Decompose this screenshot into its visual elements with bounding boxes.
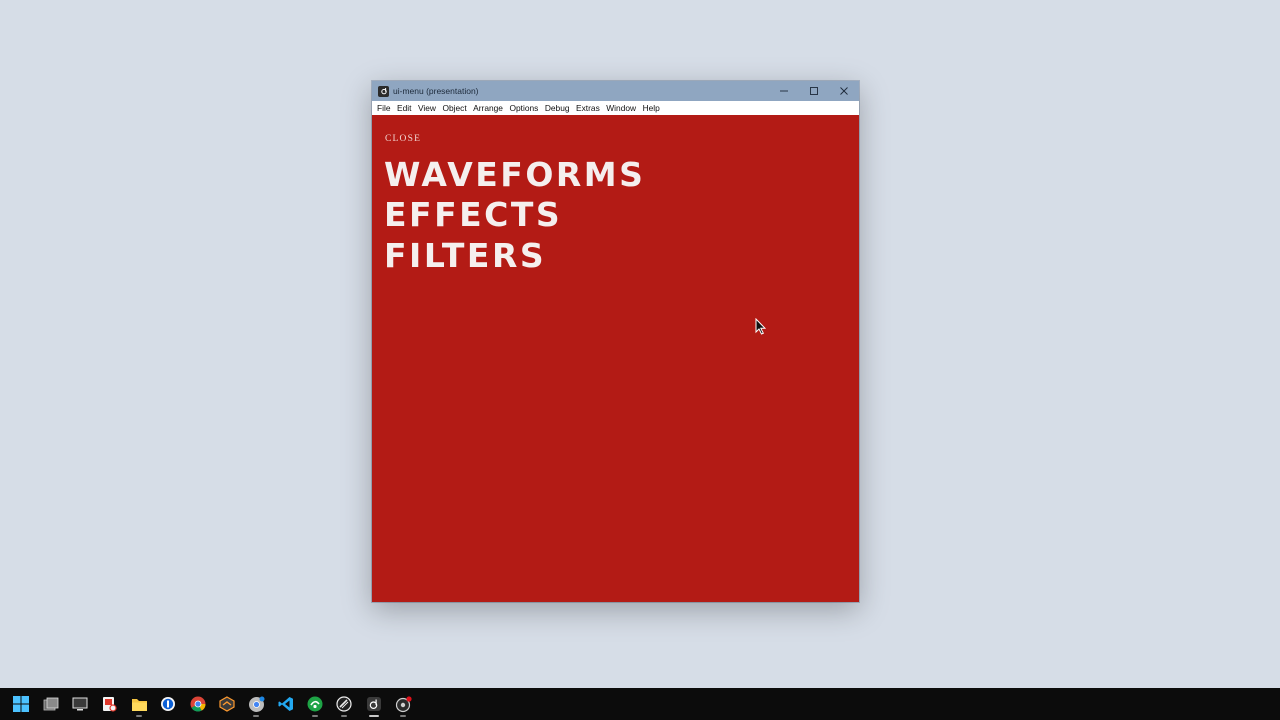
chrome-icon[interactable]	[188, 694, 208, 714]
app-logo-icon	[378, 85, 389, 97]
app-window: ui-menu (presentation) File Edit View Ob…	[372, 81, 859, 602]
menu-extras[interactable]: Extras	[576, 103, 600, 113]
close-icon	[840, 87, 848, 95]
close-window-button[interactable]	[829, 81, 859, 101]
menu-bar: File Edit View Object Arrange Options De…	[372, 101, 859, 115]
menu-file[interactable]: File	[377, 103, 391, 113]
window-title: ui-menu (presentation)	[393, 86, 479, 96]
minimize-button[interactable]	[769, 81, 799, 101]
title-bar[interactable]: ui-menu (presentation)	[372, 81, 859, 101]
green-app-icon[interactable]	[305, 694, 325, 717]
maximize-icon	[810, 87, 818, 95]
recorder-icon[interactable]	[393, 694, 413, 717]
desktop-icon[interactable]	[70, 694, 90, 714]
taskbar	[0, 688, 1280, 720]
menu-link-effects[interactable]: EFFECTS	[384, 195, 562, 234]
menu-link-waveforms[interactable]: WAVEFORMS	[384, 155, 645, 194]
menu-object[interactable]: Object	[442, 103, 466, 113]
presentation-canvas: CLOSE WAVEFORMS EFFECTS FILTERS	[372, 115, 859, 602]
menu-arrange[interactable]: Arrange	[473, 103, 503, 113]
menu-window[interactable]: Window	[606, 103, 636, 113]
close-menu-link[interactable]: CLOSE	[385, 134, 421, 144]
sublime-merge-icon[interactable]	[217, 694, 237, 714]
task-view-icon[interactable]	[41, 694, 61, 714]
menu-link-filters[interactable]: FILTERS	[384, 236, 546, 275]
chrome-dev-icon[interactable]	[246, 694, 266, 717]
file-explorer-icon[interactable]	[129, 694, 149, 717]
snipping-tool-icon[interactable]	[99, 694, 119, 714]
menu-options[interactable]: Options	[509, 103, 538, 113]
menu-edit[interactable]: Edit	[397, 103, 411, 113]
menu-help[interactable]: Help	[643, 103, 660, 113]
vscode-icon[interactable]	[276, 694, 296, 714]
menu-debug[interactable]: Debug	[545, 103, 570, 113]
password-manager-icon[interactable]	[158, 694, 178, 714]
terminal-app-icon[interactable]	[334, 694, 354, 717]
menu-view[interactable]: View	[418, 103, 436, 113]
presentation-app-icon[interactable]	[364, 694, 384, 717]
minimize-icon	[780, 90, 788, 92]
mouse-cursor-icon	[755, 317, 767, 340]
start-icon[interactable]	[11, 694, 31, 714]
maximize-button[interactable]	[799, 81, 829, 101]
